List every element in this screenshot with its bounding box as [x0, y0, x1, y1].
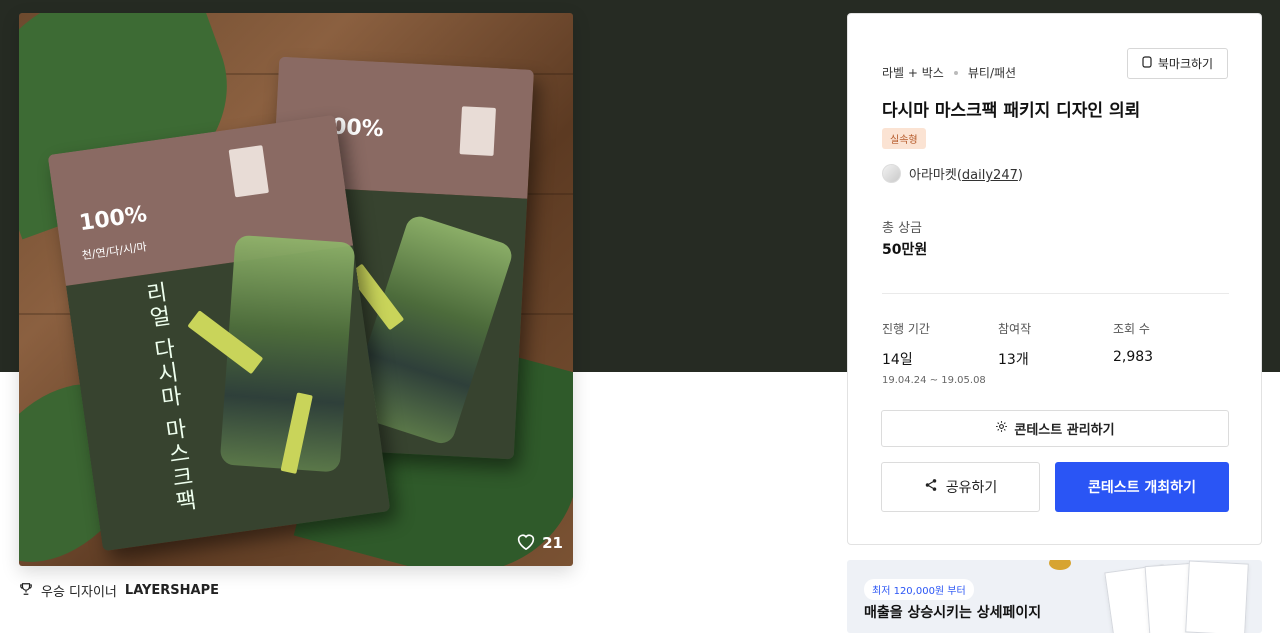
divider [882, 293, 1229, 294]
product-image[interactable]: 100% 100% 천/연/다/시/마 리얼 다시마 마스크팩 21 [19, 13, 573, 566]
award-label: 우승 디자이너 [41, 585, 117, 600]
manage-contest-button[interactable]: 콘테스트 관리하기 [881, 410, 1229, 447]
stat-label: 참여작 [998, 322, 1032, 336]
contest-title: 다시마 마스크팩 패키지 디자인 의뢰 [882, 101, 1141, 121]
ad-headline: 매출을 상승시키는 상세페이지 [864, 605, 1042, 621]
prize-label: 총 상금 [882, 221, 923, 236]
breadcrumb: 라벨 + 박스 뷰티/패션 [882, 64, 1016, 81]
breadcrumb-separator [953, 70, 958, 75]
share-button[interactable]: 공유하기 [881, 462, 1040, 512]
ad-banner[interactable]: 최저 120,000원 부터 매출을 상승시키는 상세페이지 [847, 560, 1262, 633]
coin-icon [1049, 560, 1071, 570]
stat-entries: 참여작 13개 [998, 320, 1031, 369]
stat-value: 2,983 [1113, 349, 1154, 365]
pack-logo-icon [228, 145, 269, 198]
stat-date-range: 19.04.24 ~ 19.05.08 [882, 375, 986, 386]
page-mockup-image [1185, 560, 1249, 633]
gear-icon [995, 420, 1008, 437]
stat-value: 14일 [882, 352, 913, 368]
bookmark-button[interactable]: 북마크하기 [1127, 48, 1228, 79]
trophy-icon [19, 582, 33, 600]
stat-views: 조회 수 2,983 [1113, 320, 1153, 365]
breadcrumb-item[interactable]: 라벨 + 박스 [882, 64, 944, 81]
stat-label: 조회 수 [1113, 322, 1150, 336]
stat-value: 13개 [998, 352, 1029, 368]
avatar [882, 164, 901, 183]
host-handle[interactable]: daily247 [962, 168, 1018, 183]
host-name: 아라마켓 [909, 168, 957, 183]
bookmark-label: 북마크하기 [1157, 57, 1214, 71]
stat-duration: 진행 기간 14일 19.04.24 ~ 19.05.08 [882, 320, 986, 386]
like-count: 21 [542, 534, 563, 552]
pack-logo-icon [459, 106, 496, 156]
like-button[interactable]: 21 [516, 532, 563, 554]
open-contest-button[interactable]: 콘테스트 개최하기 [1055, 462, 1229, 512]
designer-name[interactable]: LAYERSHAPE [125, 583, 219, 598]
contest-info-card: 라벨 + 박스 뷰티/패션 북마크하기 다시마 마스크팩 패키지 디자인 의뢰 … [847, 13, 1262, 545]
manage-label: 콘테스트 관리하기 [1014, 423, 1115, 438]
tier-badge: 실속형 [882, 128, 926, 149]
breadcrumb-item[interactable]: 뷰티/패션 [968, 64, 1016, 81]
share-label: 공유하기 [945, 480, 998, 496]
winner-designer: 우승 디자이너 LAYERSHAPE [19, 581, 219, 600]
mask-pack-front: 100% 천/연/다/시/마 리얼 다시마 마스크팩 [47, 114, 391, 552]
stat-label: 진행 기간 [882, 322, 930, 336]
bookmark-icon [1142, 56, 1152, 71]
ad-price-badge: 최저 120,000원 부터 [864, 579, 974, 600]
host-info[interactable]: 아라마켓(daily247) [882, 164, 1023, 183]
heart-icon [516, 532, 536, 554]
share-icon [924, 478, 938, 496]
prize-value: 50만원 [882, 242, 928, 258]
